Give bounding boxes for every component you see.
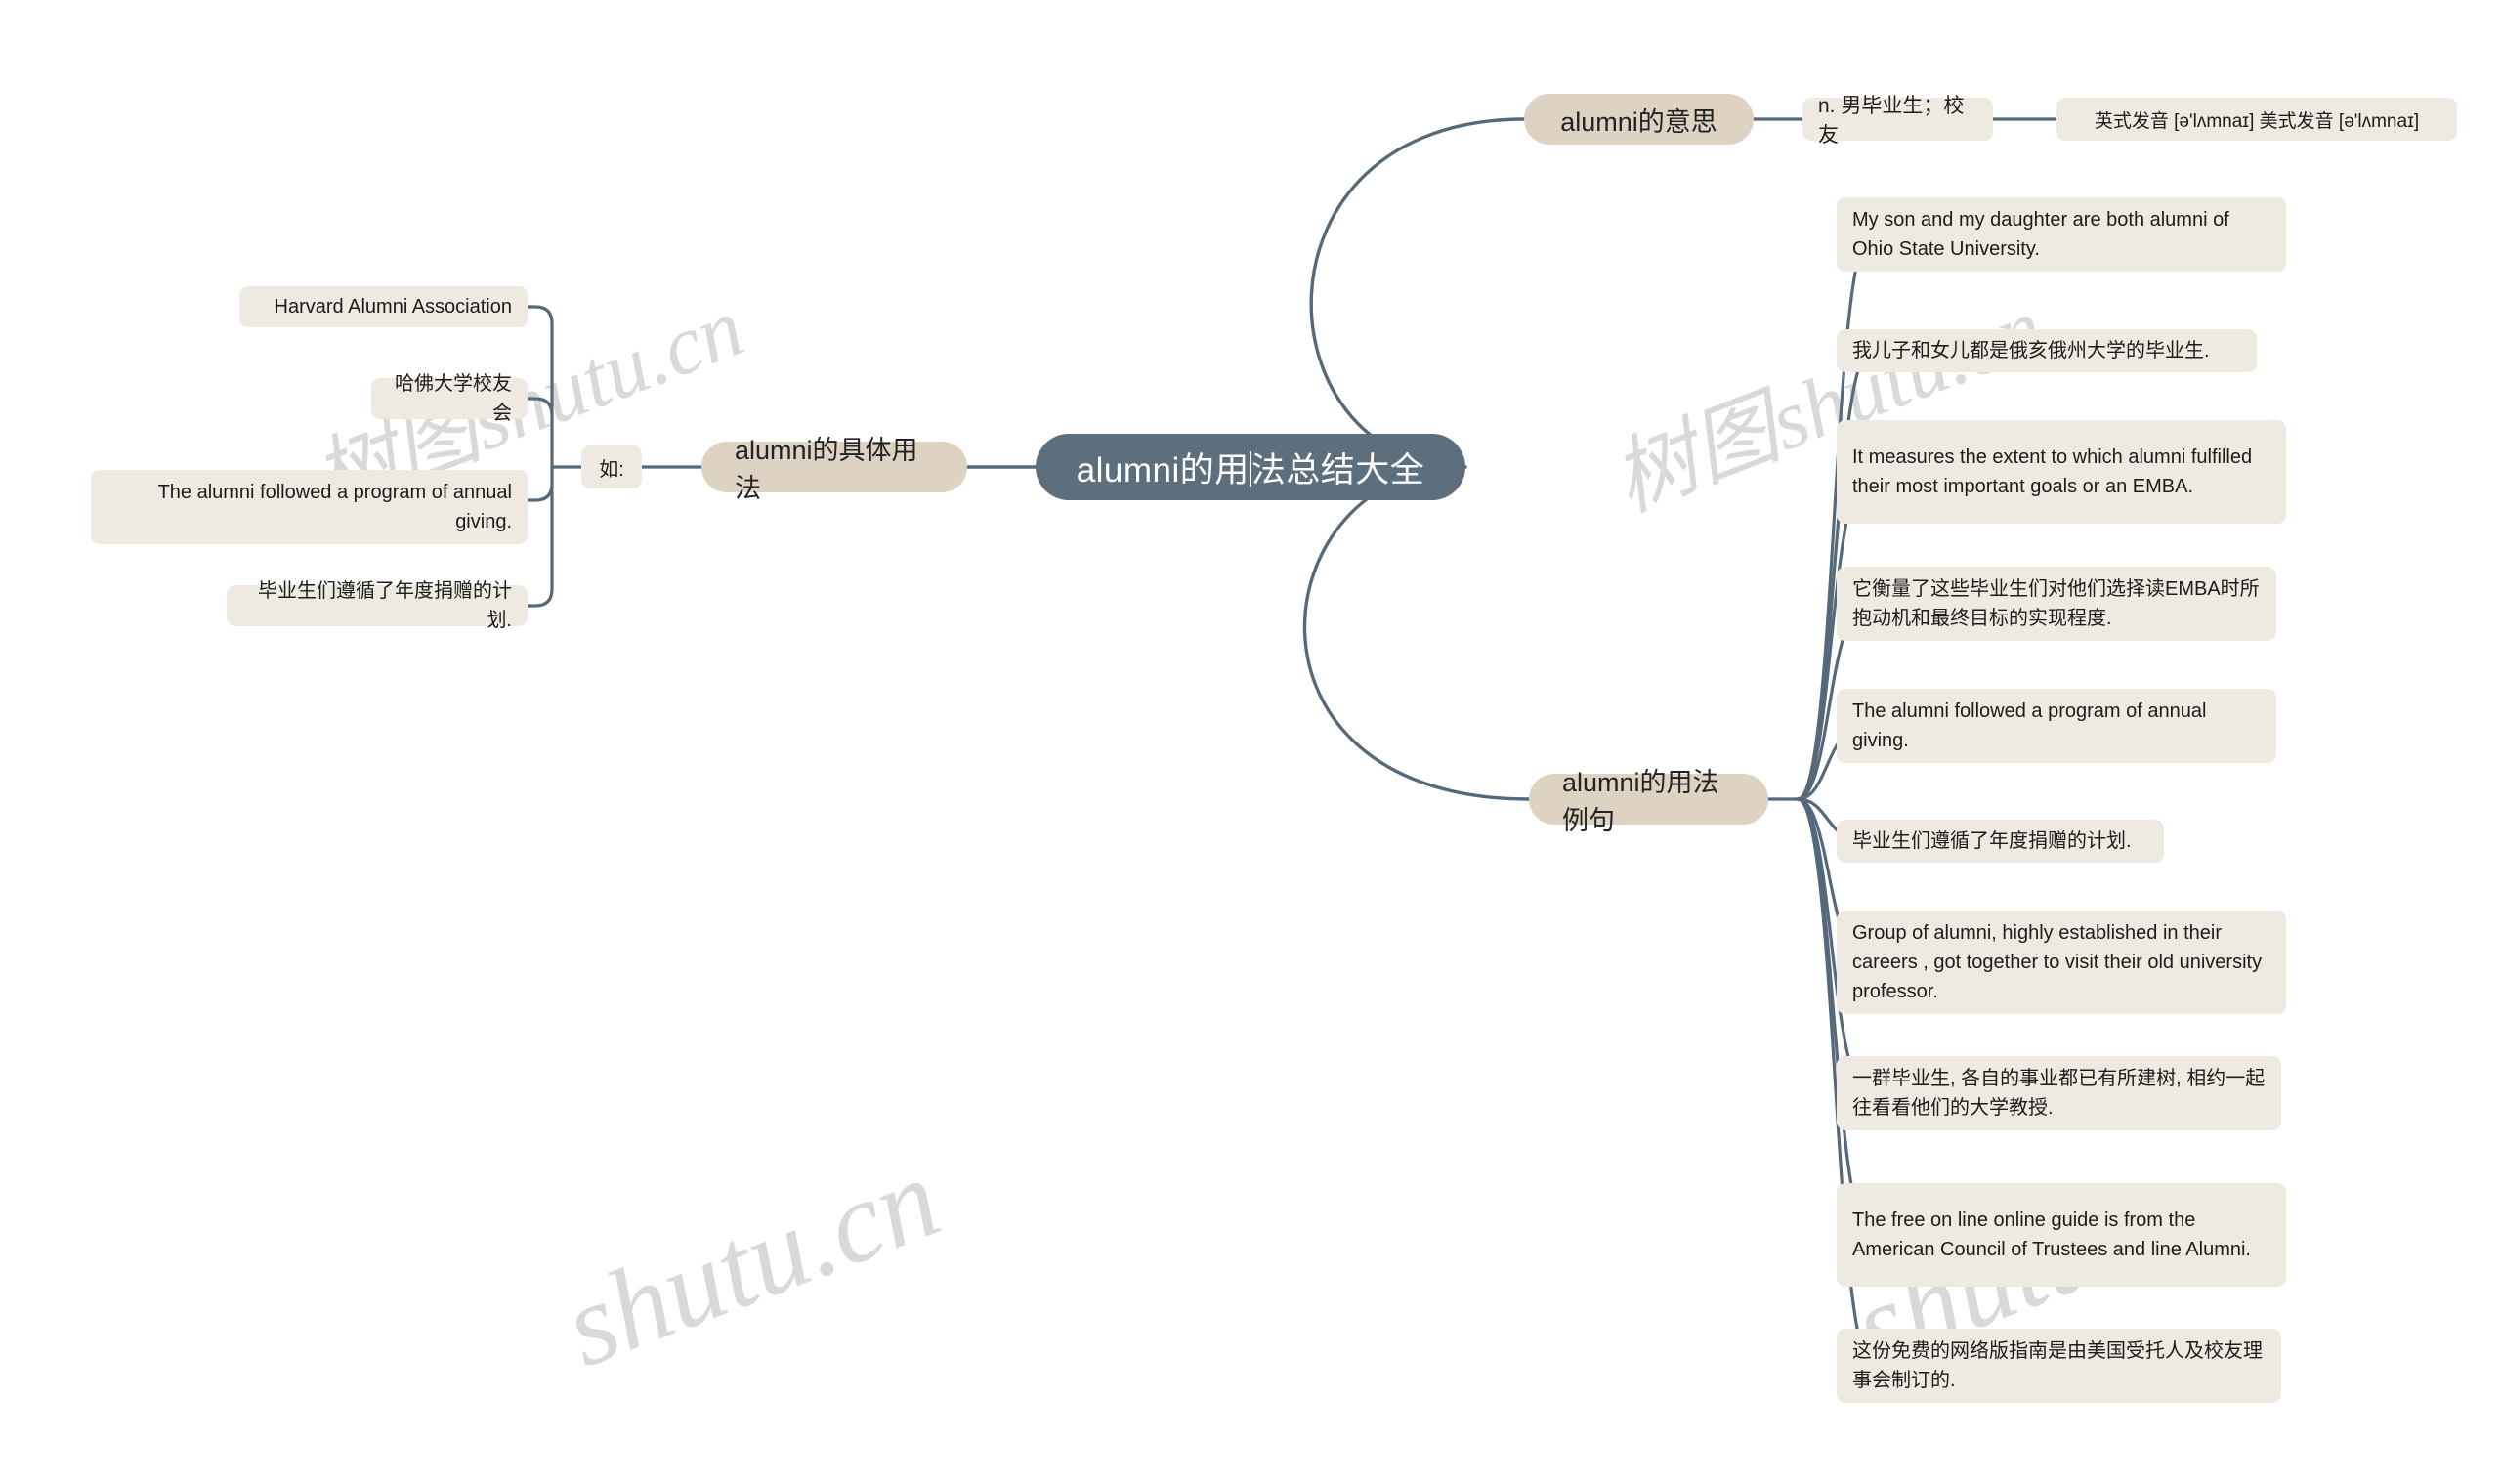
connector-label-ru-text: 如:	[599, 458, 624, 481]
leaf-pronunciation-label: 英式发音 [ə'lʌmnaɪ] 美式发音 [ə'lʌmnaɪ]	[2094, 110, 2420, 132]
connector-label-ru[interactable]: 如:	[581, 445, 642, 488]
leaf-usage-4-label: 毕业生们遵循了年度捐赠的计划.	[258, 580, 512, 631]
leaf-definition[interactable]: n. 男毕业生；校友	[1802, 95, 1993, 147]
leaf-usage-3[interactable]: The alumni followed a program of annual …	[91, 470, 528, 544]
leaf-example-9[interactable]: The free on line online guide is from th…	[1837, 1183, 2286, 1287]
leaf-usage-3-label: The alumni followed a program of annual …	[157, 482, 518, 532]
watermark: shutu.cn	[547, 1132, 955, 1392]
leaf-usage-4[interactable]: 毕业生们遵循了年度捐赠的计划.	[227, 580, 528, 631]
leaf-example-6-label: 毕业生们遵循了年度捐赠的计划.	[1852, 830, 2132, 852]
leaf-usage-2-label: 哈佛大学校友会	[395, 373, 512, 424]
leaf-definition-label: n. 男毕业生；校友	[1818, 95, 1965, 147]
leaf-usage-1-label: Harvard Alumni Association	[274, 296, 512, 318]
branch-label-examples: alumni的用法例句	[1562, 768, 1719, 835]
leaf-example-8-label: 一群毕业生, 各自的事业都已有所建树, 相约一起往看看他们的大学教授.	[1852, 1068, 2266, 1119]
root-node[interactable]: alumni的用 法总结大全	[1036, 434, 1465, 500]
branch-label-usage: alumni的具体用法	[735, 436, 918, 503]
leaf-example-4-label: 它衡量了这些毕业生们对他们选择读EMBA时所抱动机和最终目标的实现程度.	[1852, 578, 2260, 629]
branch-node-usage[interactable]: alumni的具体用法	[701, 436, 967, 503]
root-label-before: alumni的用	[1076, 450, 1250, 489]
leaf-example-7[interactable]: Group of alumni, highly established in t…	[1837, 911, 2286, 1014]
link-ex-9	[1796, 797, 1873, 1237]
leaf-example-5-label: The alumni followed a program of annual …	[1852, 700, 2212, 751]
leaf-example-4[interactable]: 它衡量了这些毕业生们对他们选择读EMBA时所抱动机和最终目标的实现程度.	[1837, 567, 2276, 641]
leaf-example-10[interactable]: 这份免费的网络版指南是由美国受托人及校友理事会制订的.	[1837, 1329, 2281, 1403]
link-root-examples	[1302, 465, 1531, 801]
leaf-example-3[interactable]: It measures the extent to which alumni f…	[1837, 420, 2286, 524]
leaf-example-2-label: 我儿子和女儿都是俄亥俄州大学的毕业生.	[1852, 340, 2210, 361]
branch-node-examples[interactable]: alumni的用法例句	[1529, 768, 1768, 835]
leaf-example-1[interactable]: My son and my daughter are both alumni o…	[1837, 197, 2286, 272]
leaf-example-7-label: Group of alumni, highly established in t…	[1852, 922, 2268, 1002]
leaf-example-8[interactable]: 一群毕业生, 各自的事业都已有所建树, 相约一起往看看他们的大学教授.	[1837, 1056, 2281, 1130]
text-caret	[1249, 451, 1251, 487]
branch-node-meaning[interactable]: alumni的意思	[1524, 94, 1754, 145]
leaf-pronunciation[interactable]: 英式发音 [ə'lʌmnaɪ] 美式发音 [ə'lʌmnaɪ]	[2056, 98, 2457, 141]
leaf-usage-2[interactable]: 哈佛大学校友会	[371, 373, 528, 424]
leaf-example-6[interactable]: 毕业生们遵循了年度捐赠的计划.	[1837, 820, 2164, 863]
branch-label-meaning: alumni的意思	[1560, 106, 1717, 137]
leaf-usage-1[interactable]: Harvard Alumni Association	[239, 286, 528, 327]
mindmap-canvas: 树图shutu.cn 树图shutu.cn shutu.cn shutu.cn	[0, 0, 2501, 1484]
leaf-example-9-label: The free on line online guide is from th…	[1852, 1209, 2251, 1260]
link-root-meaning	[1309, 117, 1526, 469]
leaf-example-10-label: 这份免费的网络版指南是由美国受托人及校友理事会制订的.	[1852, 1340, 2263, 1391]
leaf-example-2[interactable]: 我儿子和女儿都是俄亥俄州大学的毕业生.	[1837, 329, 2257, 372]
leaf-example-1-label: My son and my daughter are both alumni o…	[1852, 209, 2235, 260]
leaf-example-3-label: It measures the extent to which alumni f…	[1852, 446, 2258, 497]
root-label-after: 法总结大全	[1250, 450, 1425, 489]
leaf-example-5[interactable]: The alumni followed a program of annual …	[1837, 689, 2276, 763]
